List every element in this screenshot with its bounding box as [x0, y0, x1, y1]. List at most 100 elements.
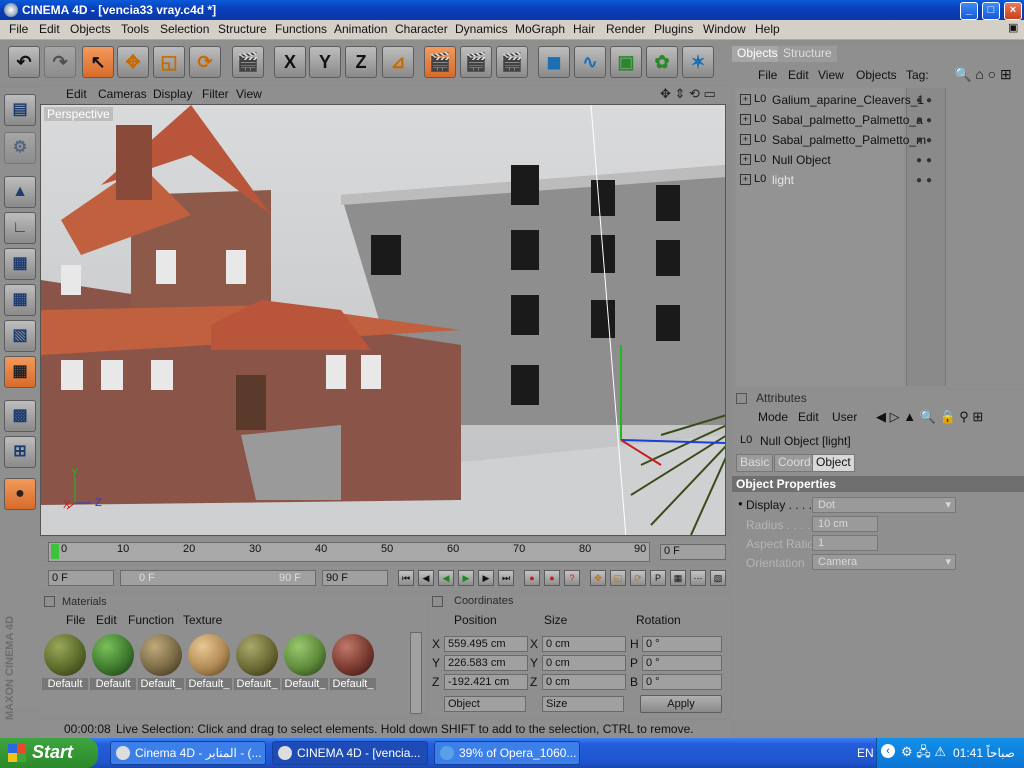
- use-point-icon[interactable]: ▲: [4, 176, 36, 208]
- materials-scrollbar[interactable]: [410, 632, 422, 714]
- menu-window[interactable]: Window: [703, 22, 746, 36]
- material-item[interactable]: Default_: [282, 632, 328, 692]
- menu-selection[interactable]: Selection: [160, 22, 209, 36]
- spline-icon[interactable]: ∿: [574, 46, 606, 78]
- maximize-button[interactable]: □: [982, 2, 1000, 20]
- tray-icons[interactable]: ⚙ 🖧 ⚠: [901, 743, 946, 765]
- move-icon[interactable]: ✥: [117, 46, 149, 78]
- menu-dynamics[interactable]: Dynamics: [455, 22, 508, 36]
- timeline-options-icon[interactable]: ▧: [710, 570, 726, 586]
- minimize-button[interactable]: _: [960, 2, 978, 20]
- rot-h-field[interactable]: 0 °: [642, 636, 722, 652]
- apply-button[interactable]: Apply: [640, 695, 722, 713]
- attributes-menu-mode[interactable]: Mode: [758, 410, 788, 424]
- menu-structure[interactable]: Structure: [218, 22, 267, 36]
- key-parameter-icon[interactable]: P: [650, 570, 666, 586]
- task-cinema4d-1[interactable]: Cinema 4D - المنابر - (...: [110, 741, 266, 765]
- materials-menu-file[interactable]: File: [66, 613, 85, 627]
- interpolation-icon[interactable]: ⋯: [690, 570, 706, 586]
- panel-toggle-icon[interactable]: [432, 596, 443, 607]
- attributes-nav-icons[interactable]: ◀ ▷ ▲ 🔍 🔒 ⚲ ⊞: [876, 409, 983, 425]
- menu-edit[interactable]: Edit: [39, 22, 60, 36]
- viewport-label[interactable]: Perspective: [44, 107, 113, 121]
- goto-end-icon[interactable]: ⏭: [498, 570, 514, 586]
- scale-icon[interactable]: ◱: [153, 46, 185, 78]
- menu-functions[interactable]: Functions: [275, 22, 327, 36]
- autokey-icon[interactable]: ●: [544, 570, 560, 586]
- object-row[interactable]: + L0 Sabal_palmetto_Palmetto_m ●●: [736, 130, 1020, 150]
- cube-primitive-icon[interactable]: ◼: [538, 46, 570, 78]
- task-opera[interactable]: 39% of Opera_1060...: [434, 741, 580, 765]
- record-icon[interactable]: ●: [524, 570, 540, 586]
- world-coords-icon[interactable]: ⊿: [382, 46, 414, 78]
- use-model-icon[interactable]: ▤: [4, 94, 36, 126]
- key-pla-icon[interactable]: ▦: [670, 570, 686, 586]
- render-picture-viewer-icon[interactable]: 🎬: [460, 46, 492, 78]
- rot-p-field[interactable]: 0 °: [642, 655, 722, 671]
- visibility-dots-icon[interactable]: ●●: [916, 135, 936, 146]
- tab-basic[interactable]: Basic: [736, 454, 774, 472]
- object-row[interactable]: + L0 light ●●: [736, 170, 1020, 190]
- material-item[interactable]: Default: [42, 632, 88, 692]
- play-backward-icon[interactable]: ◀: [438, 570, 454, 586]
- radio-dot-icon[interactable]: ●: [738, 499, 743, 508]
- z-axis-icon[interactable]: Z: [345, 46, 377, 78]
- checker-icon[interactable]: ▩: [4, 400, 36, 432]
- clapboard-icon[interactable]: 🎬: [232, 46, 264, 78]
- workplane-icon[interactable]: ▧: [4, 320, 36, 352]
- key-scale-icon[interactable]: ◱: [610, 570, 626, 586]
- material-item[interactable]: Default: [90, 632, 136, 692]
- materials-menu-function[interactable]: Function: [128, 613, 174, 627]
- visibility-dots-icon[interactable]: ●●: [916, 95, 936, 106]
- size-x-field[interactable]: 0 cm: [542, 636, 626, 652]
- menu-render[interactable]: Render: [606, 22, 645, 36]
- material-item[interactable]: Default_: [330, 632, 376, 692]
- play-forward-icon[interactable]: ▶: [458, 570, 474, 586]
- pos-x-field[interactable]: 559.495 cm: [444, 636, 528, 652]
- use-object-icon[interactable]: ⚙: [4, 132, 36, 164]
- timeline-playhead[interactable]: [51, 544, 59, 559]
- texture-axis-icon[interactable]: ▦: [4, 284, 36, 316]
- objects-menu-view[interactable]: View: [818, 68, 844, 82]
- materials-menu-edit[interactable]: Edit: [96, 613, 117, 627]
- objects-menu-objects[interactable]: Objects: [856, 68, 897, 82]
- orientation-select[interactable]: Camera ▾: [812, 554, 956, 570]
- deformer-icon[interactable]: ✶: [682, 46, 714, 78]
- menu-restore-icon[interactable]: ▣: [1008, 21, 1018, 34]
- key-position-icon[interactable]: ✥: [590, 570, 606, 586]
- snap-icon[interactable]: ▦: [4, 356, 36, 388]
- perspective-viewport[interactable]: Perspective Y X Z: [40, 104, 726, 536]
- visibility-dots-icon[interactable]: ●●: [916, 175, 936, 186]
- viewport-menu-edit[interactable]: Edit: [66, 87, 87, 101]
- sculpt-icon[interactable]: ●: [4, 478, 36, 510]
- panel-toggle-icon[interactable]: [44, 596, 55, 607]
- timeline-ruler[interactable]: 0 10 20 30 40 50 60 70 80 90: [48, 542, 650, 562]
- end-frame-field[interactable]: 90 F: [322, 570, 388, 586]
- objects-nav-icons[interactable]: 🔍 ⌂ ○ ⊞: [954, 66, 1012, 83]
- chevron-left-icon[interactable]: ‹: [881, 744, 895, 758]
- tab-structure[interactable]: Structure: [778, 46, 837, 62]
- display-select[interactable]: Dot ▾: [812, 497, 956, 513]
- render-settings-icon[interactable]: 🎬: [496, 46, 528, 78]
- menu-character[interactable]: Character: [395, 22, 448, 36]
- objects-menu-edit[interactable]: Edit: [788, 68, 809, 82]
- preview-range-slider[interactable]: 0 F 90 F: [120, 570, 316, 586]
- viewport-menu-view[interactable]: View: [236, 87, 262, 101]
- key-rotation-icon[interactable]: ⟳: [630, 570, 646, 586]
- viewport-menu-display[interactable]: Display: [153, 87, 192, 101]
- menu-objects[interactable]: Objects: [70, 22, 111, 36]
- menu-tools[interactable]: Tools: [121, 22, 149, 36]
- start-button[interactable]: Start: [0, 738, 98, 768]
- use-polygon-icon[interactable]: ▦: [4, 248, 36, 280]
- viewport-menu-cameras[interactable]: Cameras: [98, 87, 147, 101]
- next-frame-icon[interactable]: ▶: [478, 570, 494, 586]
- goto-start-icon[interactable]: ⏮: [398, 570, 414, 586]
- pos-z-field[interactable]: -192.421 cm: [444, 674, 528, 690]
- close-button[interactable]: ×: [1004, 2, 1022, 20]
- live-selection-icon[interactable]: ↖: [82, 46, 114, 78]
- expand-icon[interactable]: +: [740, 134, 751, 145]
- viewport-menu-filter[interactable]: Filter: [202, 87, 229, 101]
- use-edge-icon[interactable]: ∟: [4, 212, 36, 244]
- size-y-field[interactable]: 0 cm: [542, 655, 626, 671]
- objects-menu-file[interactable]: File: [758, 68, 777, 82]
